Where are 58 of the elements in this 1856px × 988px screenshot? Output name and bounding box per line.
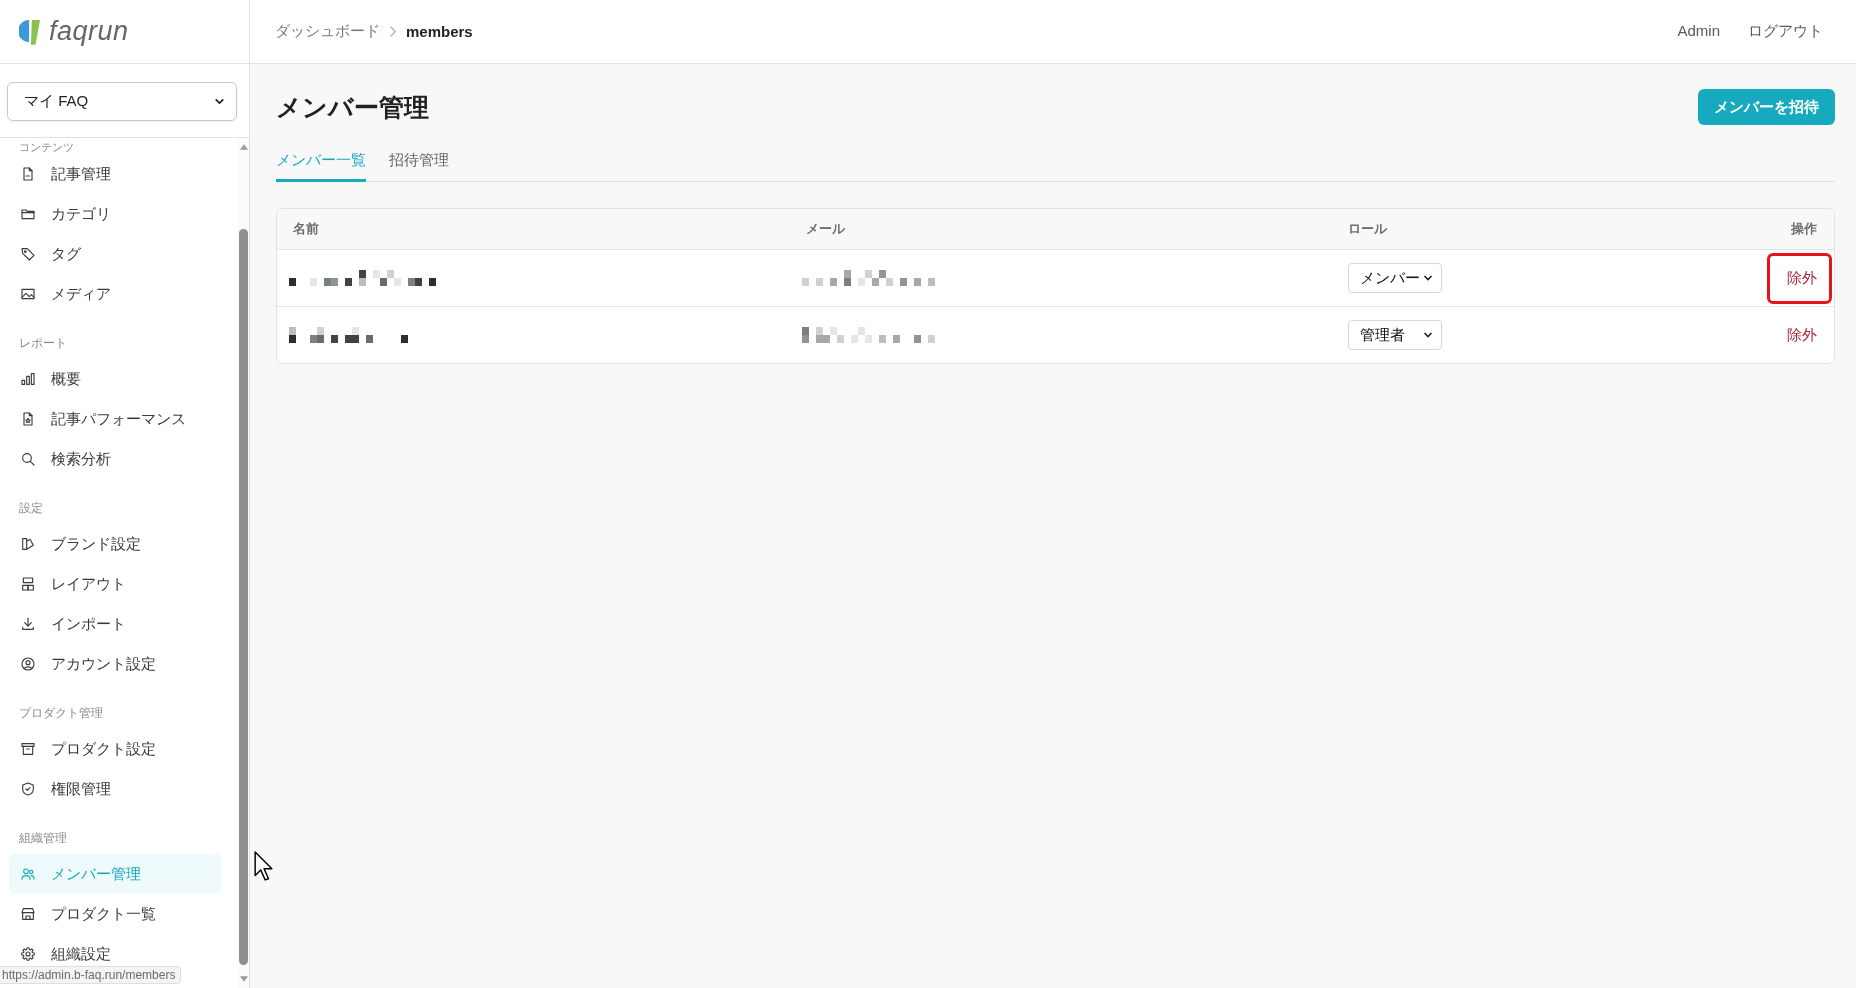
column-header: メール — [806, 221, 845, 236]
sidebar-item[interactable]: アカウント設定 — [9, 644, 222, 684]
link-preview-tooltip: https://admin.b-faq.run/members — [0, 966, 182, 984]
settings-icon — [20, 946, 36, 962]
document-icon — [20, 166, 36, 182]
logout-link[interactable]: ログアウト — [1748, 22, 1823, 41]
storefront-icon — [20, 906, 36, 922]
sidebar-item[interactable]: 記事パフォーマンス — [9, 399, 222, 439]
role-select[interactable]: 管理者 — [1348, 320, 1442, 350]
users-icon — [20, 866, 36, 882]
sidebar-item[interactable]: 記事管理 — [9, 154, 222, 194]
scroll-up-icon[interactable] — [239, 144, 248, 150]
sidebar-item[interactable]: ブランド設定 — [9, 524, 222, 564]
role-select[interactable]: メンバー — [1348, 263, 1442, 293]
scroll-down-icon[interactable] — [239, 976, 248, 982]
chevron-right-icon — [389, 25, 397, 38]
column-header: 名前 — [293, 221, 319, 236]
column-header: ロール — [1348, 221, 1387, 236]
shield-check-icon — [20, 781, 36, 797]
breadcrumb-link[interactable]: ダッシュボード — [275, 22, 380, 41]
tag-icon — [20, 246, 36, 262]
remove-link[interactable]: 除外 — [1787, 264, 1817, 292]
swatch-icon — [20, 536, 36, 552]
section-label: 設定 — [18, 500, 44, 516]
bar-chart-icon — [20, 371, 36, 387]
page-title: メンバー管理 — [276, 91, 429, 123]
mouse-pointer-icon — [254, 851, 273, 881]
sidebar-item[interactable]: プロダクト一覧 — [9, 894, 222, 934]
sidebar-item[interactable]: タグ — [9, 234, 222, 274]
search-icon — [20, 451, 36, 467]
user-circle-icon — [20, 656, 36, 672]
column-header: 操作 — [1791, 221, 1817, 236]
sidebar-item[interactable]: 検索分析 — [9, 439, 222, 479]
sidebar-item[interactable]: 概要 — [9, 359, 222, 399]
tab[interactable]: 招待管理 — [389, 142, 449, 182]
section-label: 組織管理 — [18, 830, 68, 846]
sidebar-item[interactable]: メディア — [9, 274, 222, 314]
faq-select[interactable]: マイ FAQ — [7, 82, 237, 121]
sidebar-item[interactable]: カテゴリ — [9, 194, 222, 234]
user-link[interactable]: Admin — [1677, 22, 1720, 41]
folder-icon — [20, 206, 36, 222]
sidebar-item[interactable]: レイアウト — [9, 564, 222, 604]
section-label: レポート — [18, 335, 68, 351]
image-icon — [20, 286, 36, 302]
scrollbar-thumb[interactable] — [239, 229, 248, 965]
section-label: コンテンツ — [18, 140, 75, 154]
download-icon — [20, 616, 36, 632]
layout-icon — [20, 576, 36, 592]
breadcrumb-current: members — [406, 23, 473, 40]
logo-text: faqrun — [49, 16, 129, 47]
sidebar-item[interactable]: プロダクト設定 — [9, 729, 222, 769]
logo-mark-icon — [19, 17, 41, 46]
section-label: プロダクト管理 — [18, 705, 104, 721]
remove-link[interactable]: 除外 — [1787, 321, 1817, 349]
document-star-icon — [20, 411, 36, 427]
archive-box-icon — [20, 741, 36, 757]
sidebar-item[interactable]: 権限管理 — [9, 769, 222, 809]
sidebar-item[interactable]: インポート — [9, 604, 222, 644]
